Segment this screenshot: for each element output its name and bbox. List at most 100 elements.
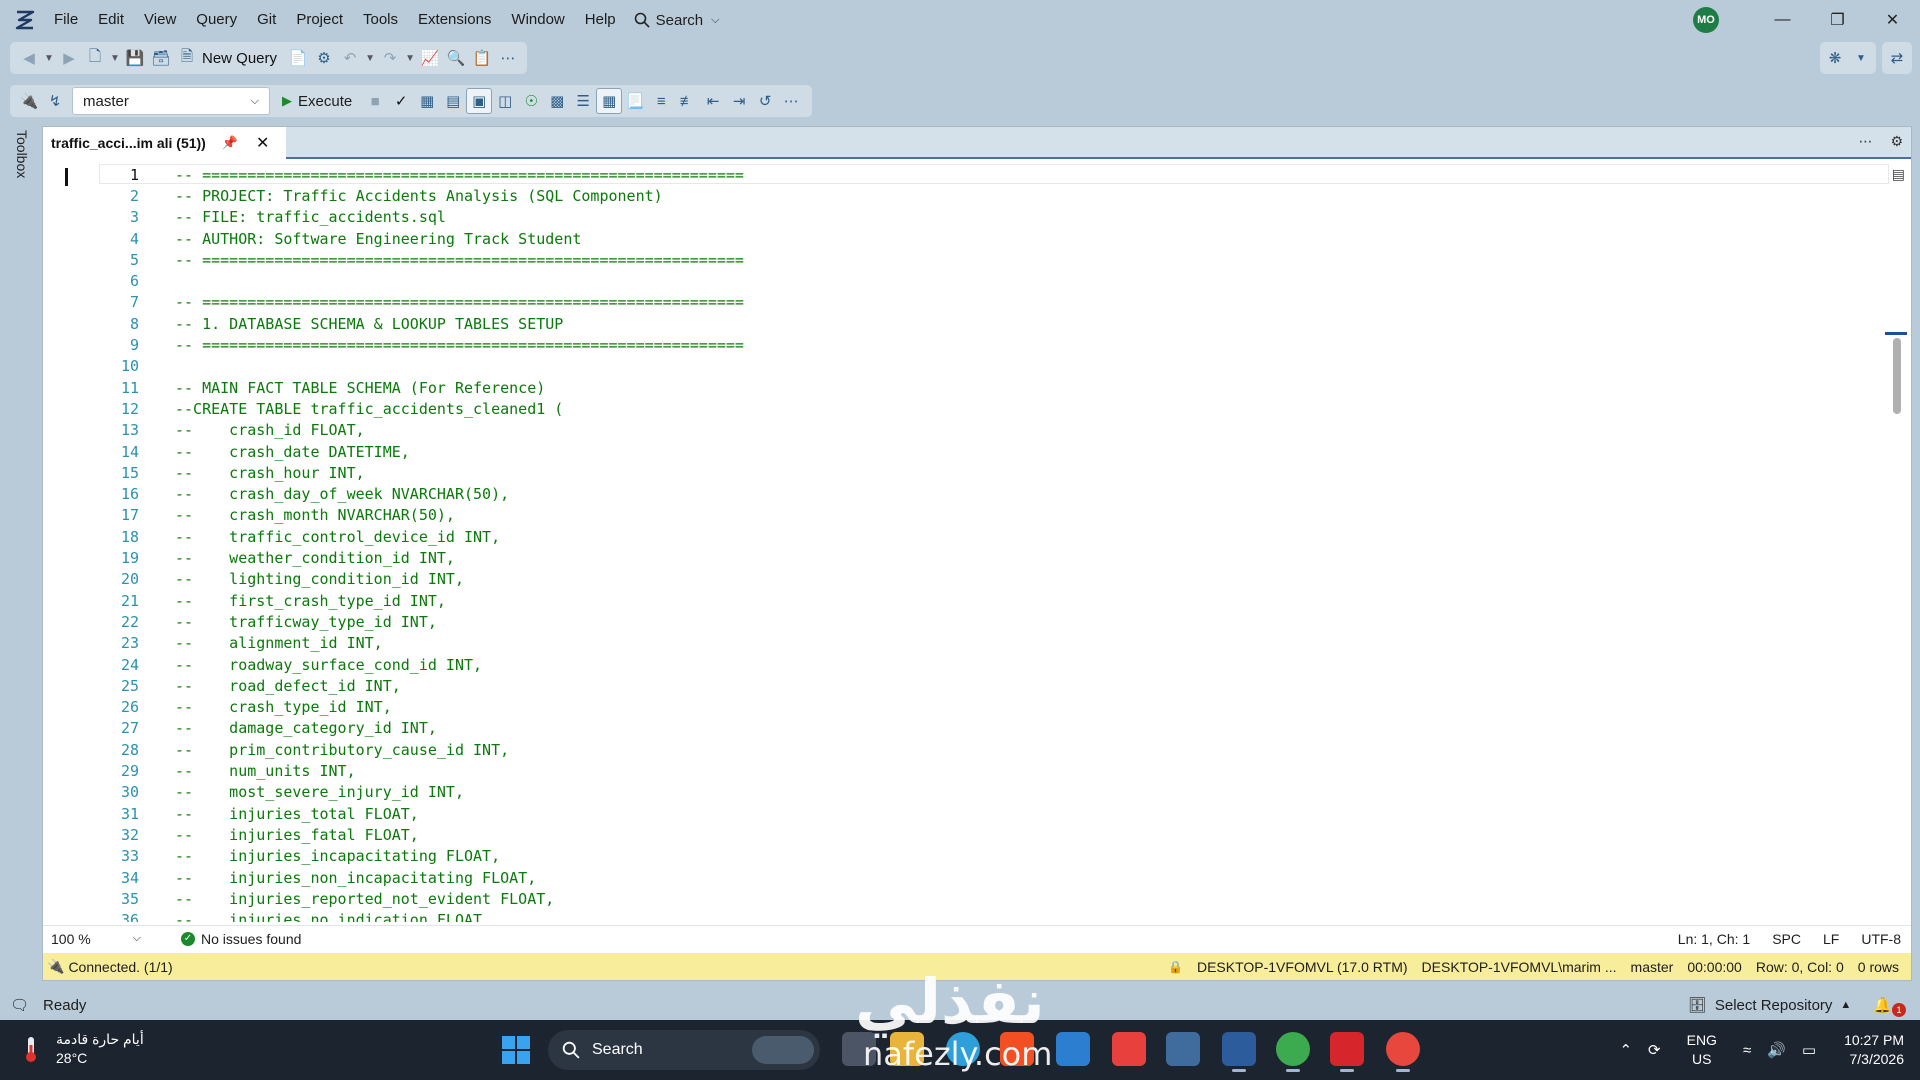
zoom-dropdown[interactable]: 100 % ⌵	[51, 931, 141, 947]
parse-icon[interactable]: ✓	[388, 88, 414, 114]
language-indicator[interactable]: ENG US	[1687, 1031, 1717, 1069]
menu-help[interactable]: Help	[575, 0, 626, 40]
menu-file[interactable]: File	[44, 0, 88, 40]
results-to-text-icon[interactable]: ☰	[570, 88, 596, 114]
network-app-icon[interactable]	[1166, 1032, 1200, 1066]
intellisense-icon[interactable]: ▣	[466, 88, 493, 114]
code-line[interactable]: 23 -- alignment_id INT,	[43, 633, 383, 654]
code-line[interactable]: 15 -- crash_hour INT,	[43, 462, 365, 483]
encoding[interactable]: UTF-8	[1861, 931, 1901, 947]
live-stats-icon[interactable]: ☉	[518, 88, 544, 114]
chevron-down-icon[interactable]: ▼	[42, 53, 56, 64]
live-share-icon[interactable]: ⇄	[1884, 45, 1910, 71]
database-select[interactable]: master ⌵	[72, 87, 270, 115]
code-line[interactable]: 26 -- crash_type_id INT,	[43, 697, 392, 718]
menu-git[interactable]: Git	[247, 0, 286, 40]
code-line[interactable]: 32 -- injuries_fatal FLOAT,	[43, 824, 419, 845]
increase-indent-icon[interactable]: ⇥	[726, 88, 752, 114]
code-line[interactable]: 28 -- prim_contributory_cause_id INT,	[43, 739, 509, 760]
properties-icon[interactable]: 📋	[469, 45, 495, 71]
cursor-position[interactable]: Ln: 1, Ch: 1	[1678, 931, 1750, 947]
indent-mode[interactable]: SPC	[1772, 931, 1801, 947]
code-line[interactable]: 36 -- injuries_no_indication FLOAT	[43, 910, 482, 922]
line-ending[interactable]: LF	[1823, 931, 1839, 947]
results-to-grid-icon[interactable]: ▦	[596, 88, 623, 114]
volume-icon[interactable]: 🔊	[1767, 1041, 1786, 1059]
code-line[interactable]: 9 -- ====================================…	[43, 334, 744, 355]
clock[interactable]: 10:27 PM 7/3/2026	[1844, 1031, 1904, 1069]
code-line[interactable]: 31 -- injuries_total FLOAT,	[43, 803, 419, 824]
notifications-icon[interactable]: 🔔	[1873, 996, 1892, 1014]
menu-view[interactable]: View	[134, 0, 186, 40]
edge-icon[interactable]	[946, 1032, 980, 1066]
execute-button[interactable]: ▶ Execute	[282, 93, 352, 110]
results-to-file-icon[interactable]: 📃	[622, 88, 648, 114]
new-query-button[interactable]: New Query	[202, 50, 277, 67]
code-line[interactable]: 16 -- crash_day_of_week NVARCHAR(50),	[43, 484, 509, 505]
vertical-scrollbar[interactable]: ▤	[1885, 162, 1907, 922]
gear-icon[interactable]: ⚙	[1890, 133, 1903, 150]
code-line[interactable]: 30 -- most_severe_injury_id INT,	[43, 782, 464, 803]
code-line[interactable]: 29 -- num_units INT,	[43, 760, 356, 781]
code-line[interactable]: 18 -- traffic_control_device_id INT,	[43, 526, 500, 547]
chrome-icon[interactable]	[1276, 1032, 1310, 1072]
new-file-icon[interactable]: 🗋	[82, 45, 108, 71]
redo-icon[interactable]: ↷	[377, 45, 403, 71]
actual-plan-icon[interactable]: ◫	[492, 88, 518, 114]
user-avatar[interactable]: MO	[1693, 7, 1719, 33]
new-query-icon[interactable]: 🗎	[174, 45, 200, 71]
menu-search-button[interactable]: Search ⌵	[634, 12, 720, 29]
ssms-taskbar-icon[interactable]	[1222, 1032, 1256, 1072]
code-line[interactable]: 14 -- crash_date DATETIME,	[43, 441, 410, 462]
undo-icon[interactable]: ↶	[337, 45, 363, 71]
menu-query[interactable]: Query	[186, 0, 247, 40]
code-line[interactable]: 11 -- MAIN FACT TABLE SCHEMA (For Referen…	[43, 377, 545, 398]
menu-edit[interactable]: Edit	[88, 0, 134, 40]
split-editor-icon[interactable]: ▤	[1892, 166, 1905, 183]
more-icon[interactable]: ⋯	[778, 88, 804, 114]
menu-project[interactable]: Project	[286, 0, 353, 40]
code-line[interactable]: 19 -- weather_condition_id INT,	[43, 547, 455, 568]
code-line[interactable]: 10	[43, 356, 141, 377]
object-explorer-icon[interactable]: 🔍	[443, 45, 469, 71]
code-line[interactable]: 7 -- ====================================…	[43, 292, 744, 313]
activity-monitor-icon[interactable]: 📈	[417, 45, 443, 71]
decrease-indent-icon[interactable]: ⇤	[700, 88, 726, 114]
select-repository-button[interactable]: Select Repository	[1715, 997, 1833, 1014]
copilot-icon[interactable]: ❋	[1822, 45, 1848, 71]
code-line[interactable]: 3 -- FILE: traffic_accidents.sql	[43, 207, 446, 228]
issues-indicator[interactable]: ✓ No issues found	[181, 931, 301, 947]
pin-icon[interactable]: 📌	[222, 135, 238, 151]
code-line[interactable]: 20 -- lighting_condition_id INT,	[43, 569, 464, 590]
code-line[interactable]: 35 -- injuries_reported_not_evident FLOAT…	[43, 888, 554, 909]
close-window-button[interactable]: ✕	[1865, 0, 1920, 40]
code-line[interactable]: 22 -- trafficway_type_id INT,	[43, 611, 437, 632]
code-line[interactable]: 1 -- ====================================…	[43, 164, 744, 185]
back-icon[interactable]: ◀	[16, 45, 42, 71]
comment-icon[interactable]: ≡	[648, 88, 674, 114]
close-tab-icon[interactable]: ✕	[256, 133, 269, 153]
wps-office-icon[interactable]	[1330, 1032, 1364, 1072]
chevron-up-icon[interactable]: ⌃	[1619, 1041, 1632, 1059]
forward-icon[interactable]: ▶	[56, 45, 82, 71]
menu-tools[interactable]: Tools	[353, 0, 408, 40]
menu-extensions[interactable]: Extensions	[408, 0, 501, 40]
code-line[interactable]: 5 -- ====================================…	[43, 249, 744, 270]
chevron-down-icon[interactable]: ▼	[1848, 45, 1874, 71]
chevron-down-icon[interactable]: ▼	[403, 53, 417, 64]
toolbox-tab[interactable]: Toolbox	[8, 126, 36, 186]
file-explorer-icon[interactable]	[890, 1032, 924, 1066]
code-line[interactable]: 33 -- injuries_incapacitating FLOAT,	[43, 846, 500, 867]
code-line[interactable]: 34 -- injuries_non_incapacitating FLOAT,	[43, 867, 536, 888]
minimize-button[interactable]: —	[1755, 0, 1810, 40]
menu-window[interactable]: Window	[501, 0, 574, 40]
save-icon[interactable]: 💾	[122, 45, 148, 71]
chevron-down-icon[interactable]: ▼	[363, 53, 377, 64]
battery-icon[interactable]: ▭	[1802, 1041, 1816, 1059]
taskbar-search[interactable]: Search	[548, 1030, 820, 1070]
tab-traffic-accidents[interactable]: traffic_acci...im ali (51)) 📌 ✕	[43, 127, 286, 159]
windows-start-icon[interactable]	[502, 1036, 530, 1064]
uncomment-icon[interactable]: ≢	[674, 88, 700, 114]
change-connection-icon[interactable]: ↯	[42, 88, 68, 114]
restore-button[interactable]: ❐	[1810, 0, 1865, 40]
